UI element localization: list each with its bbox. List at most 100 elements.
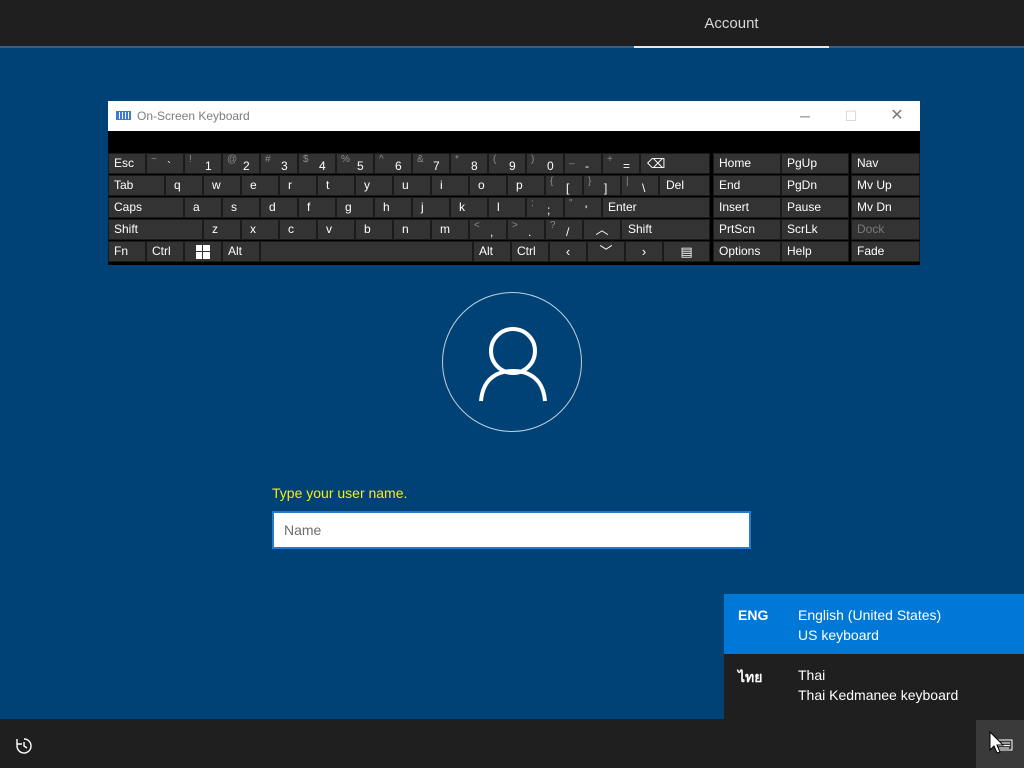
key-alt-right[interactable]: Alt [473,241,511,262]
key-4[interactable]: $4 [298,153,336,174]
key-9[interactable]: (9 [488,153,526,174]
key-o[interactable]: o [469,175,507,196]
key-6[interactable]: ^ 6 [374,153,412,174]
minimize-button[interactable]: ─ [782,101,828,131]
key-caps[interactable]: Caps [108,197,184,218]
key-minus[interactable]: _ - [564,153,602,174]
key-label: Alt [479,244,494,258]
key-mv-up[interactable]: Mv Up [851,175,920,196]
key-down[interactable]: ﹀ [587,241,625,262]
close-button[interactable]: ✕ [874,101,920,131]
key-space[interactable] [260,241,473,262]
key-l[interactable]: l [488,197,526,218]
key-q[interactable]: q [165,175,203,196]
key-0[interactable]: ) 0 [526,153,564,174]
key-mv-dn[interactable]: Mv Dn [851,197,920,218]
key-n[interactable]: n [393,219,431,240]
key-prtscn[interactable]: PrtScn [713,219,781,240]
key-ctrl-right[interactable]: Ctrl [511,241,549,262]
key-s[interactable]: s [222,197,260,218]
key-8[interactable]: * 8 [450,153,488,174]
key-v[interactable]: v [317,219,355,240]
key-esc[interactable]: Esc [108,153,146,174]
osk-title: On-Screen Keyboard [137,109,250,123]
key-c[interactable]: c [279,219,317,240]
key-shift-label: ^ [379,154,384,165]
key-pgup[interactable]: PgUp [781,153,849,174]
key-g[interactable]: g [336,197,374,218]
key-nav[interactable]: Nav [851,153,920,174]
key-p[interactable]: p [507,175,545,196]
arrow-right-icon: › [641,244,647,259]
key-pause[interactable]: Pause [781,197,849,218]
key-quote[interactable]: " ' [564,197,602,218]
key-slash[interactable]: ? / [545,219,583,240]
key-right[interactable]: › [625,241,663,262]
key-x[interactable]: x [241,219,279,240]
key-home[interactable]: Home [713,153,781,174]
key-right-bracket[interactable]: }] [583,175,621,196]
key-fade[interactable]: Fade [851,241,920,262]
key-backtick[interactable]: ~ ` [146,153,184,174]
osk-prediction-strip [108,131,920,153]
key-h[interactable]: h [374,197,412,218]
key-i[interactable]: i [431,175,469,196]
key-shift-left[interactable]: Shift [108,219,203,240]
key-2[interactable]: @2 [222,153,260,174]
key-insert[interactable]: Insert [713,197,781,218]
key-m[interactable]: m [431,219,469,240]
key-e[interactable]: e [241,175,279,196]
arrow-left-icon: ‹ [565,244,571,259]
osk-title-bar[interactable]: On-Screen Keyboard ─ ☐ ✕ [108,101,920,131]
key-dock[interactable]: Dock [851,219,920,240]
key-b[interactable]: b [355,219,393,240]
key-semicolon[interactable]: :; [526,197,564,218]
key-7[interactable]: & 7 [412,153,450,174]
key-f[interactable]: f [298,197,336,218]
key-options[interactable]: Options [713,241,781,262]
language-item-english[interactable]: ENG English (United States) US keyboard [724,594,1024,654]
key-backslash[interactable]: | \ [621,175,659,196]
key-windows[interactable] [184,241,222,262]
key-z[interactable]: z [203,219,241,240]
key-alt-left[interactable]: Alt [222,241,260,262]
key-left[interactable]: ‹ [549,241,587,262]
key-menu[interactable]: ▤ [663,241,710,262]
key-backspace[interactable]: ⌫ [640,153,710,174]
key-k[interactable]: k [450,197,488,218]
key-equals[interactable]: + = [602,153,640,174]
username-input[interactable] [274,513,749,547]
key-scrlk[interactable]: ScrLk [781,219,849,240]
key-tab[interactable]: Tab [108,175,165,196]
key-up[interactable]: ︿ [583,219,621,240]
key-1[interactable]: ! 1 [184,153,222,174]
ease-of-access-button[interactable] [14,736,34,756]
key-3[interactable]: #3 [260,153,298,174]
key-y[interactable]: y [355,175,393,196]
key-t[interactable]: t [317,175,355,196]
key-shift-right[interactable]: Shift [621,219,710,240]
key-5[interactable]: % 5 [336,153,374,174]
maximize-button[interactable]: ☐ [828,101,874,131]
key-w[interactable]: w [203,175,241,196]
key-j[interactable]: j [412,197,450,218]
key-u[interactable]: u [393,175,431,196]
key-label: PgDn [787,178,818,192]
key-ctrl-left[interactable]: Ctrl [146,241,184,262]
key-r[interactable]: r [279,175,317,196]
key-d[interactable]: d [260,197,298,218]
language-item-thai[interactable]: ไทย Thai Thai Kedmanee keyboard [724,654,1024,714]
key-pgdn[interactable]: PgDn [781,175,849,196]
key-help[interactable]: Help [781,241,849,262]
input-language-button[interactable] [976,720,1024,768]
key-enter[interactable]: Enter [602,197,710,218]
key-comma[interactable]: <, [469,219,507,240]
key-left-bracket[interactable]: {[ [545,175,583,196]
tab-account[interactable]: Account [634,0,829,48]
key-a[interactable]: a [184,197,222,218]
key-fn[interactable]: Fn [108,241,146,262]
key-end[interactable]: End [713,175,781,196]
key-del[interactable]: Del [659,175,710,196]
bottom-bar [0,719,1024,768]
key-period[interactable]: >. [507,219,545,240]
